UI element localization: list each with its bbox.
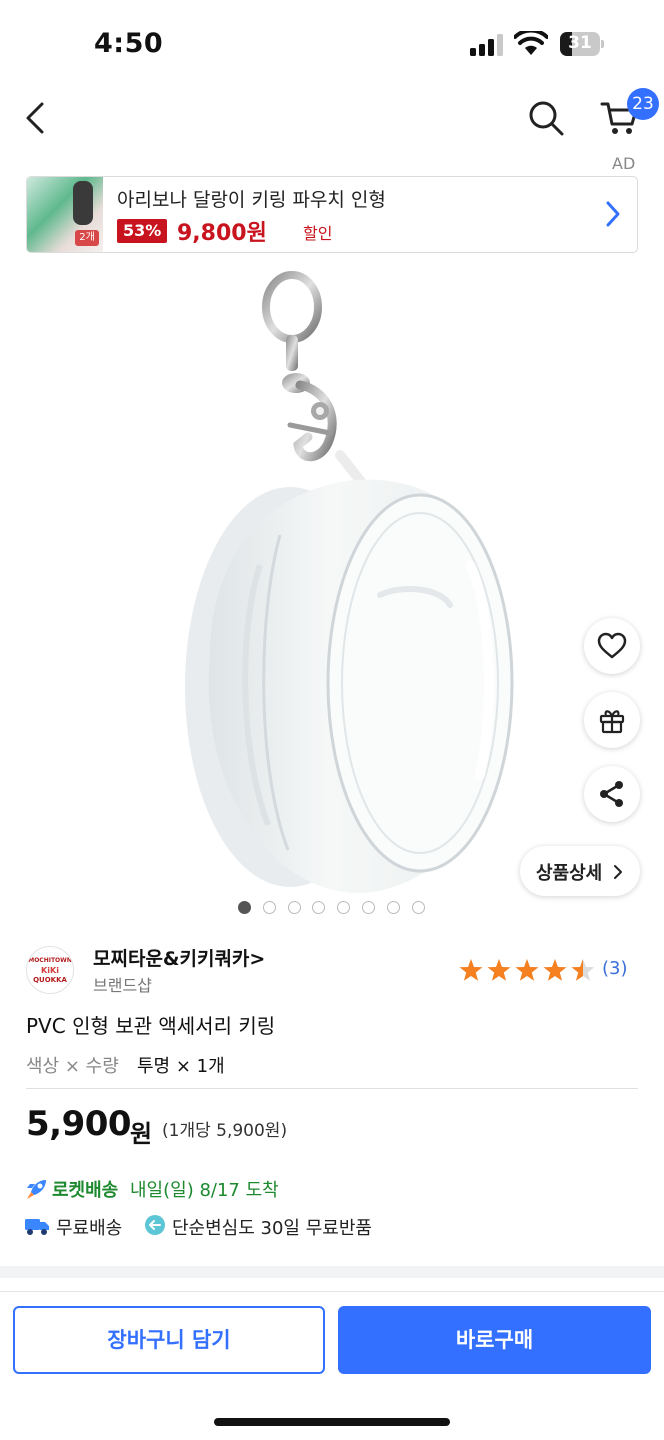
battery-percent: 31 [568, 33, 592, 53]
price: 5,900 [26, 1104, 132, 1144]
buy-now-button[interactable]: 바로구매 [338, 1306, 651, 1374]
unit-price: (1개당 5,900원) [162, 1121, 288, 1141]
brand-name-link[interactable]: 모찌타운&키키쿼카> [93, 944, 265, 971]
ad-price: 9,800원 [177, 221, 267, 246]
star-filled [487, 959, 511, 981]
share-button[interactable] [584, 766, 640, 822]
status-time: 4:50 [94, 28, 164, 59]
product-image[interactable] [150, 265, 530, 905]
pagination-dot[interactable] [362, 901, 375, 914]
cart-count-badge: 23 [627, 88, 659, 120]
ad-thumbnail: 2개 [27, 177, 103, 252]
rocket-delivery-label: 로켓배송 [52, 1180, 119, 1201]
pagination-dot[interactable] [312, 901, 326, 914]
divider [26, 1088, 638, 1089]
status-bar: 4:50 31 [0, 0, 664, 90]
brand-shop-label: 브랜드샵 [93, 976, 152, 995]
heart-icon [597, 632, 627, 659]
brand-logo-line1: MOCHITOWN [28, 957, 72, 964]
pagination-dot[interactable] [287, 901, 301, 914]
wishlist-button[interactable] [584, 618, 640, 674]
pagination-dot[interactable] [238, 901, 251, 914]
share-icon [600, 781, 623, 807]
brand-logo[interactable]: MOCHITOWN KiKi QUOKKA [26, 946, 74, 994]
ad-title: 아리보나 달랑이 키링 파우치 인형 [117, 189, 386, 211]
product-title: PVC 인형 보관 액세서리 키링 [26, 1014, 276, 1038]
pagination-dot[interactable] [262, 901, 276, 914]
delivery-date: 내일(일) 8/17 도착 [130, 1180, 279, 1201]
star-filled [459, 959, 483, 981]
return-icon [145, 1215, 165, 1235]
pagination-dot[interactable] [337, 901, 351, 914]
battery-icon: 31 [560, 32, 604, 56]
pagination-dot[interactable] [411, 901, 425, 914]
ad-label: AD [612, 154, 636, 173]
rating-stars[interactable] [458, 958, 598, 984]
wifi-icon [514, 31, 548, 55]
ad-thumb-badge: 2개 [75, 230, 99, 246]
option-value[interactable]: 투명 × 1개 [137, 1052, 225, 1078]
product-detail-label: 상품상세 [536, 863, 603, 884]
chevron-right-icon [614, 865, 622, 879]
free-return: 단순변심도 30일 무료반품 [172, 1218, 372, 1239]
image-pagination[interactable] [238, 901, 428, 915]
truck-icon [25, 1219, 49, 1235]
price-unit: 원 [130, 1120, 153, 1148]
ad-discount-percent: 53% [117, 219, 168, 243]
product-detail-button[interactable]: 상품상세 [520, 846, 640, 896]
chevron-left-icon[interactable] [20, 98, 54, 138]
brand-logo-line3: QUOKKA [33, 976, 67, 984]
cellular-signal-icon [470, 34, 503, 56]
search-icon[interactable] [526, 98, 566, 138]
ad-discount-text: 할인 [303, 224, 333, 243]
review-count[interactable]: (3) [602, 958, 628, 979]
brand-logo-line2: KiKi [41, 966, 59, 975]
rocket-icon [27, 1180, 46, 1199]
pagination-dot[interactable] [386, 901, 400, 914]
option-label: 색상 × 수량 [26, 1056, 119, 1077]
home-indicator[interactable] [214, 1418, 450, 1426]
section-separator [0, 1266, 664, 1278]
star-filled [543, 959, 567, 981]
top-nav [0, 90, 664, 150]
free-shipping: 무료배송 [56, 1218, 123, 1239]
chevron-right-icon [606, 201, 620, 227]
add-to-cart-button[interactable]: 장바구니 담기 [13, 1306, 325, 1374]
ad-banner[interactable]: 2개 아리보나 달랑이 키링 파우치 인형 53% 9,800원 할인 [26, 176, 638, 253]
gift-icon [599, 710, 625, 734]
gift-button[interactable] [584, 692, 640, 748]
star-filled [515, 959, 539, 981]
